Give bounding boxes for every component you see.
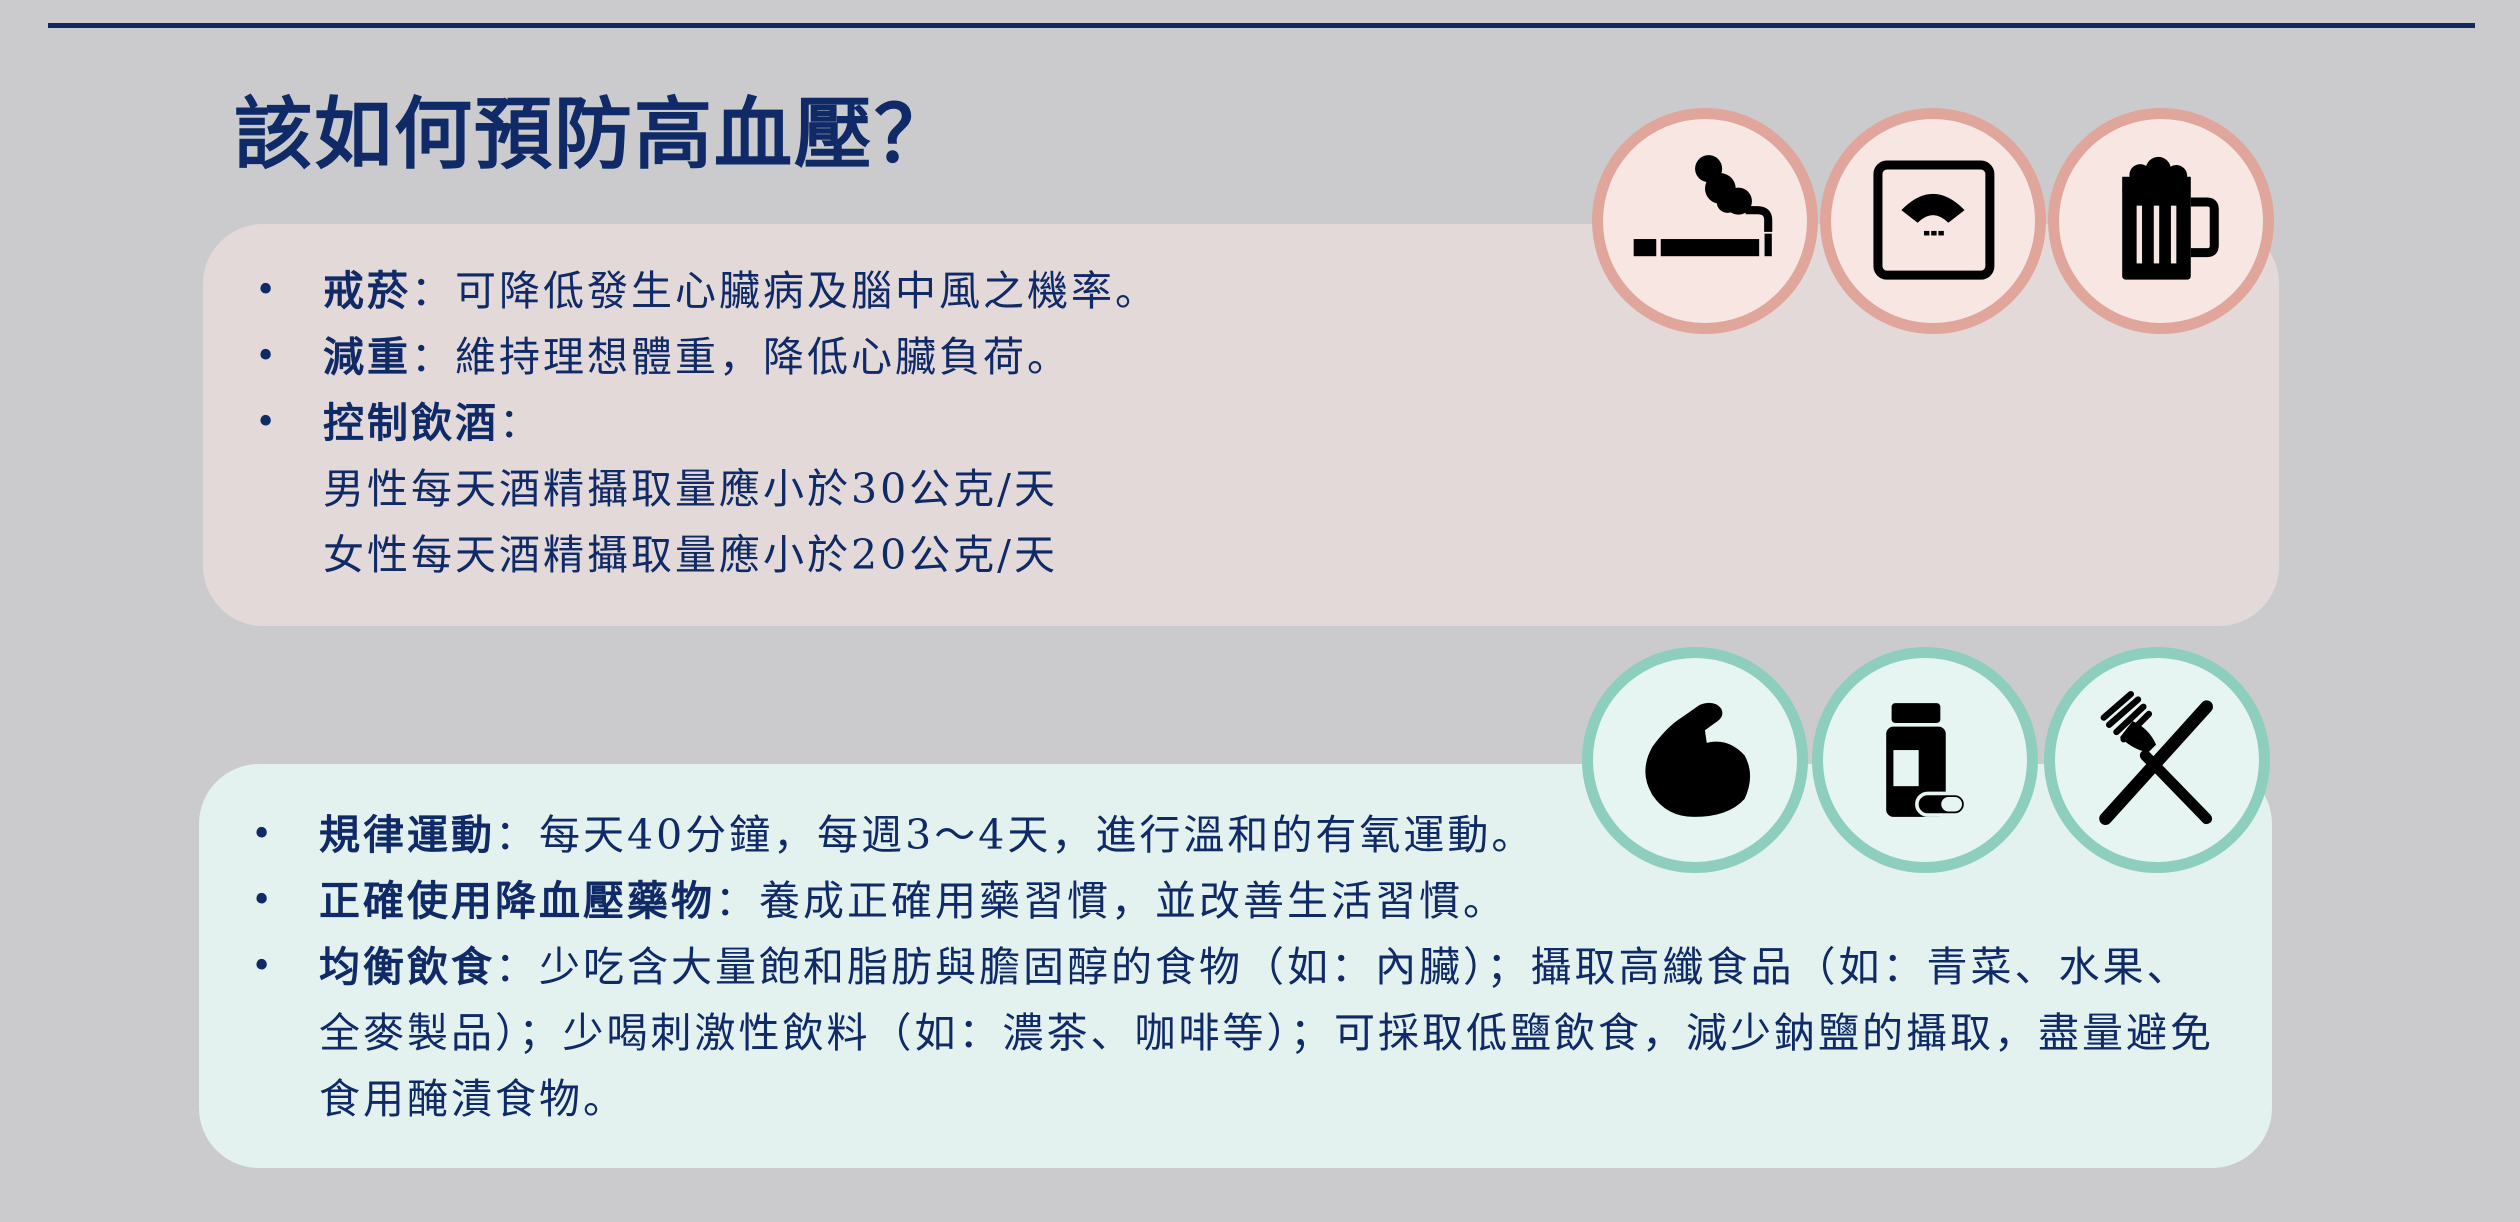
tip-term: 控制飲酒 <box>323 399 499 447</box>
tip-term: 正確使用降血壓藥物 <box>319 877 715 925</box>
tip-term: 減重 <box>323 333 411 381</box>
tip-text: ：可降低發生心臟病及腦中風之機率。 <box>411 267 1159 315</box>
tip-subline-women: 女性每天酒精攝取量應小於20公克/天 <box>323 531 1058 579</box>
tip-text: ：養成正確用藥習慣，並改善生活習慣。 <box>715 877 1507 925</box>
bullet: • <box>255 336 280 377</box>
top-divider <box>48 23 2475 28</box>
weight-scale-icon <box>1820 108 2046 334</box>
bullet: • <box>251 814 276 855</box>
tip-text: ： <box>499 399 543 447</box>
cigarette-icon <box>1592 108 1818 334</box>
beer-mug-icon <box>2048 108 2274 334</box>
tip-subline-men: 男性每天酒精攝取量應小於30公克/天 <box>323 465 1058 513</box>
tip-term: 均衡飲食 <box>319 943 495 991</box>
tip-correct-medication: • 正確使用降血壓藥物：養成正確用藥習慣，並改善生活習慣。 <box>199 868 2269 934</box>
medicine-bottle-icon <box>1812 647 2038 873</box>
tip-lose-weight: • 減重：維持理想體重，降低心臟負荷。 <box>203 324 1553 390</box>
tip-term: 戒菸 <box>323 267 411 315</box>
tip-quit-smoking: • 戒菸：可降低發生心臟病及腦中風之機率。 <box>203 258 1553 324</box>
flexed-arm-icon <box>1582 647 1808 873</box>
bullet: • <box>251 880 276 921</box>
page-title: 該如何預防高血壓？ <box>234 89 955 180</box>
tip-limit-alcohol: • 控制飲酒： 男性每天酒精攝取量應小於30公克/天 女性每天酒精攝取量應小於20… <box>203 390 1553 588</box>
tip-term: 規律運動 <box>319 811 495 859</box>
bullet: • <box>255 402 280 443</box>
tip-text: ：每天40分鐘，每週3～4天，進行溫和的有氧運動。 <box>495 811 1536 859</box>
bullet: • <box>255 270 280 311</box>
fork-knife-icon <box>2044 647 2270 873</box>
tip-text: ：少吃含大量飽和脂肪與膽固醇的食物（如：內臟）；攝取高纖食品（如：青菜、水果、全… <box>319 943 2214 1123</box>
tip-text: ：維持理想體重，降低心臟負荷。 <box>411 333 1071 381</box>
tip-balanced-diet: • 均衡飲食：少吃含大量飽和脂肪與膽固醇的食物（如：內臟）；攝取高纖食品（如：青菜… <box>199 934 2269 1132</box>
top-tips-list: • 戒菸：可降低發生心臟病及腦中風之機率。 • 減重：維持理想體重，降低心臟負荷。 … <box>203 258 1553 588</box>
bullet: • <box>251 946 276 987</box>
